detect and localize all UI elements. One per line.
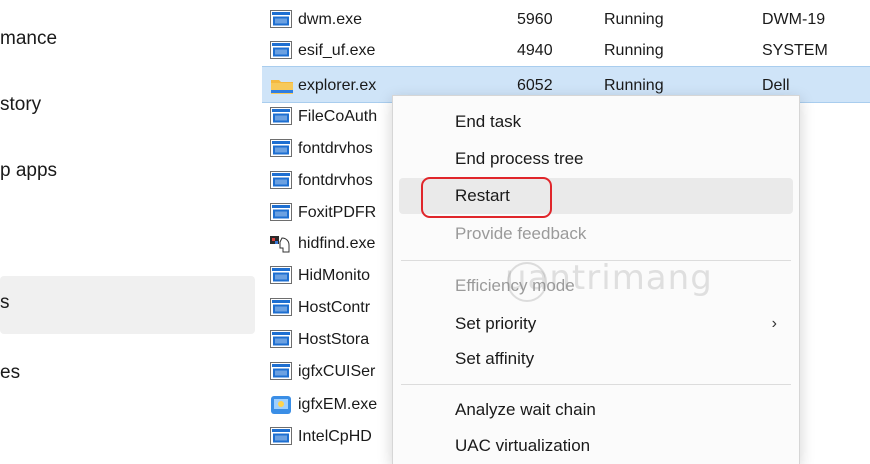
chevron-right-icon: ›: [771, 315, 777, 332]
menu-item-label: Analyze wait chain: [455, 400, 596, 419]
menu-item-set-priority[interactable]: Set priority ›: [393, 306, 799, 342]
menu-item-label: Set priority: [455, 314, 537, 333]
menu-item-uac-virtualization[interactable]: UAC virtualization: [393, 428, 799, 464]
igfx-icon: [270, 395, 292, 414]
app-window-icon: [270, 330, 292, 348]
sidebar-selected-bg: [0, 276, 255, 334]
menu-item-label: UAC virtualization: [455, 436, 591, 455]
sidebar-item-app-history[interactable]: story: [0, 94, 41, 116]
restart-highlight-ring: [421, 177, 552, 218]
watermark: uantrimang: [505, 258, 713, 298]
sidebar-item-startup-apps[interactable]: p apps: [0, 160, 57, 182]
app-window-icon: [270, 107, 292, 125]
process-status: Running: [604, 42, 664, 59]
menu-item-analyze-wait-chain[interactable]: Analyze wait chain: [393, 392, 799, 428]
app-window-icon: [270, 427, 292, 445]
menu-item-label: End task: [455, 112, 522, 131]
folder-icon: [270, 76, 293, 94]
sidebar-item-services[interactable]: es: [0, 362, 20, 384]
app-window-icon: [270, 41, 292, 59]
menu-item-end-process-tree[interactable]: End process tree: [393, 141, 799, 177]
app-window-icon: [270, 171, 292, 189]
table-row[interactable]: esif_uf.exe 4940 Running SYSTEM: [262, 32, 870, 69]
sidebar: mance story p apps s es: [0, 0, 258, 464]
process-user: SYSTEM: [762, 42, 828, 59]
app-window-icon: [270, 203, 292, 221]
menu-item-label: End process tree: [455, 149, 584, 168]
process-name: esif_uf.exe: [298, 42, 376, 59]
app-window-icon: [270, 139, 292, 157]
menu-separator: [401, 384, 791, 385]
sidebar-item-details[interactable]: s: [0, 292, 10, 314]
sidebar-item-performance[interactable]: mance: [0, 28, 57, 50]
app-window-icon: [270, 266, 292, 284]
process-pid: 4940: [517, 42, 553, 59]
app-window-icon: [270, 10, 292, 28]
menu-item-provide-feedback: Provide feedback: [393, 216, 799, 252]
menu-item-label: Set affinity: [455, 349, 535, 368]
hidfind-icon: [270, 234, 292, 253]
app-window-icon: [270, 298, 292, 316]
menu-item-label: Provide feedback: [455, 224, 587, 243]
app-window-icon: [270, 362, 292, 380]
menu-item-end-task[interactable]: End task: [393, 104, 799, 140]
menu-item-set-affinity[interactable]: Set affinity: [393, 341, 799, 377]
